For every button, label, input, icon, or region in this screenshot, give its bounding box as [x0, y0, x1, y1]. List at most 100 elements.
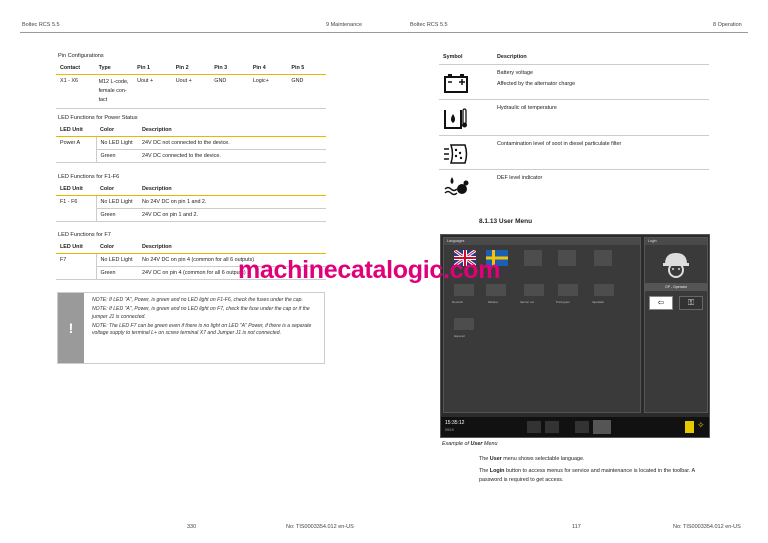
led-power-title: LED Functions for Power Status — [58, 115, 138, 121]
language-button[interactable] — [454, 318, 474, 330]
pin-config-title: Pin Configurations — [58, 53, 104, 59]
led-f1f6-table: LED Unit Color Description F1 - F6 No LE… — [56, 183, 326, 222]
table-cell: Uout + — [133, 74, 172, 109]
col-header: Color — [96, 241, 138, 254]
language-label: Deutsch — [452, 300, 464, 304]
figure-caption: Example of User Menu — [442, 441, 497, 447]
language-button[interactable] — [594, 250, 612, 266]
table-cell: No LED Light — [96, 253, 138, 267]
paragraph-text: button to access menus for service and m… — [479, 468, 695, 483]
note-box: ! NOTE: If LED "A", Power, is green and … — [57, 292, 325, 364]
col-header: Description — [138, 124, 326, 137]
left-header-title: Boltec RCS 5.5 — [22, 22, 60, 28]
caption-text: Example of — [442, 441, 471, 447]
right-header-section: 8 Operation — [713, 22, 742, 28]
back-button[interactable]: ⇦ — [649, 296, 673, 310]
table-row: Power A No LED Light 24V DC not connecte… — [56, 136, 326, 163]
section-heading: 8.1.13 User Menu — [479, 218, 533, 225]
table-header-row: Contact Type Pin 1 Pin 2 Pin 3 Pin 4 Pin… — [56, 62, 326, 75]
def-level-icon — [444, 177, 469, 196]
led-power-table: LED Unit Color Description Power A No LE… — [56, 124, 326, 163]
compass-icon: ✧ — [697, 420, 705, 430]
table-cell: No LED Light — [96, 195, 138, 209]
language-button[interactable] — [524, 250, 542, 266]
symbol-row: DEF level indicator — [439, 169, 709, 201]
toolbar-button[interactable] — [575, 421, 589, 433]
note-paragraph: NOTE: If LED "A", Power, is green and no… — [92, 297, 303, 303]
symbol-description-line: Hydraulic oil temperature — [497, 105, 557, 111]
note-paragraph: NOTE: If LED "A", Power, is green and no… — [92, 306, 310, 320]
login-button[interactable]: ⚿ — [679, 296, 703, 310]
watermark-text: machinecatalogic.com — [238, 256, 501, 284]
language-button[interactable] — [558, 250, 576, 266]
col-header: Symbol — [443, 54, 463, 60]
table-cell: GND — [287, 74, 326, 109]
symbol-description-line: DEF level indicator — [497, 175, 543, 181]
operator-label: OP - Operator — [645, 283, 707, 291]
table-cell: 24V DC connected to the device. — [138, 149, 326, 163]
language-label: Ianrion nor — [520, 300, 535, 304]
table-cell: M12 L-code, female con-tact — [94, 74, 134, 109]
symbol-description-line: Battery voltage — [497, 70, 533, 76]
table-cell: No LED Light — [96, 136, 138, 150]
right-header-rule — [384, 32, 748, 33]
right-footer-doc: No: TIS0003354.012 en-US — [673, 524, 741, 530]
table-header-row: LED Unit Color Description — [56, 241, 326, 254]
table-cell: 24V DC on pin 1 and 2. — [138, 208, 326, 222]
hydraulic-oil-temperature-icon — [444, 108, 467, 129]
language-label: Espanol — [454, 334, 465, 338]
symbol-description: Contamination level of soot in diesel pa… — [497, 139, 621, 150]
right-footer-page: 117 — [572, 524, 581, 530]
table-row: Green 24V DC on pin 1 and 2. — [56, 208, 326, 222]
language-button[interactable] — [524, 284, 544, 296]
menu-button[interactable] — [593, 420, 611, 434]
note-exclamation-icon: ! — [58, 293, 84, 363]
note-text: NOTE: If LED "A", Power, is green and no… — [92, 297, 320, 339]
table-cell: Logic+ — [248, 74, 288, 109]
operator-avatar-icon — [663, 253, 689, 278]
table-row: Green 24V DC connected to the device. — [56, 149, 326, 163]
symbol-description-line: Affected by the alternator charge — [497, 81, 576, 87]
battery-icon — [444, 74, 468, 93]
symbol-description: Hydraulic oil temperature — [497, 103, 557, 114]
pin-config-table: Contact Type Pin 1 Pin 2 Pin 3 Pin 4 Pin… — [56, 62, 326, 109]
language-button[interactable] — [558, 284, 578, 296]
symbol-row: Hydraulic oil temperature — [439, 99, 709, 135]
col-header: LED Unit — [56, 124, 96, 137]
table-cell: Green — [96, 266, 138, 280]
left-header-section: 9 Maintenance — [326, 22, 363, 28]
language-button[interactable] — [594, 284, 614, 296]
col-header: Description — [138, 241, 326, 254]
table-cell: F1 - F6 — [56, 195, 97, 222]
login-panel-title: Login — [645, 238, 707, 245]
toolbar-button[interactable] — [545, 421, 559, 433]
caption-bold: User — [470, 441, 483, 447]
particulate-filter-icon — [444, 144, 468, 164]
table-header-row: LED Unit Color Description — [56, 124, 326, 137]
col-header: LED Unit — [56, 183, 96, 196]
language-button[interactable] — [486, 284, 506, 296]
symbol-row: Battery voltage Affected by the alternat… — [439, 64, 709, 99]
language-label: Iqocalalo — [592, 300, 605, 304]
paragraph-bold: User — [489, 456, 502, 462]
clock-time: 15:35:12 — [445, 420, 465, 426]
table-cell: Uout + — [171, 74, 211, 109]
note-paragraph: NOTE: The LED F7 can be green even if th… — [92, 322, 312, 337]
table-cell: F7 — [56, 253, 97, 280]
table-cell: GND — [210, 74, 249, 109]
toolbar-button[interactable] — [527, 421, 541, 433]
login-key-icon: ⚿ — [687, 298, 695, 307]
col-header: Description — [497, 54, 527, 60]
toolbar: 15:35:12 09/19 ✧ — [441, 417, 709, 437]
language-label: Molana — [488, 300, 498, 304]
symbol-row: Contamination level of soot in diesel pa… — [439, 135, 709, 169]
left-header-rule — [20, 32, 384, 33]
paragraph-text: The — [479, 468, 490, 474]
left-footer-doc: No: TIS0003354.012 en-US — [286, 524, 354, 530]
table-cell: Power A — [56, 136, 97, 163]
table-cell: X1 - X6 — [56, 74, 95, 109]
led-f1f6-title: LED Functions for F1-F6 — [58, 174, 120, 180]
language-button[interactable] — [454, 284, 474, 296]
col-header: Color — [96, 183, 138, 196]
table-cell: Green — [96, 149, 138, 163]
